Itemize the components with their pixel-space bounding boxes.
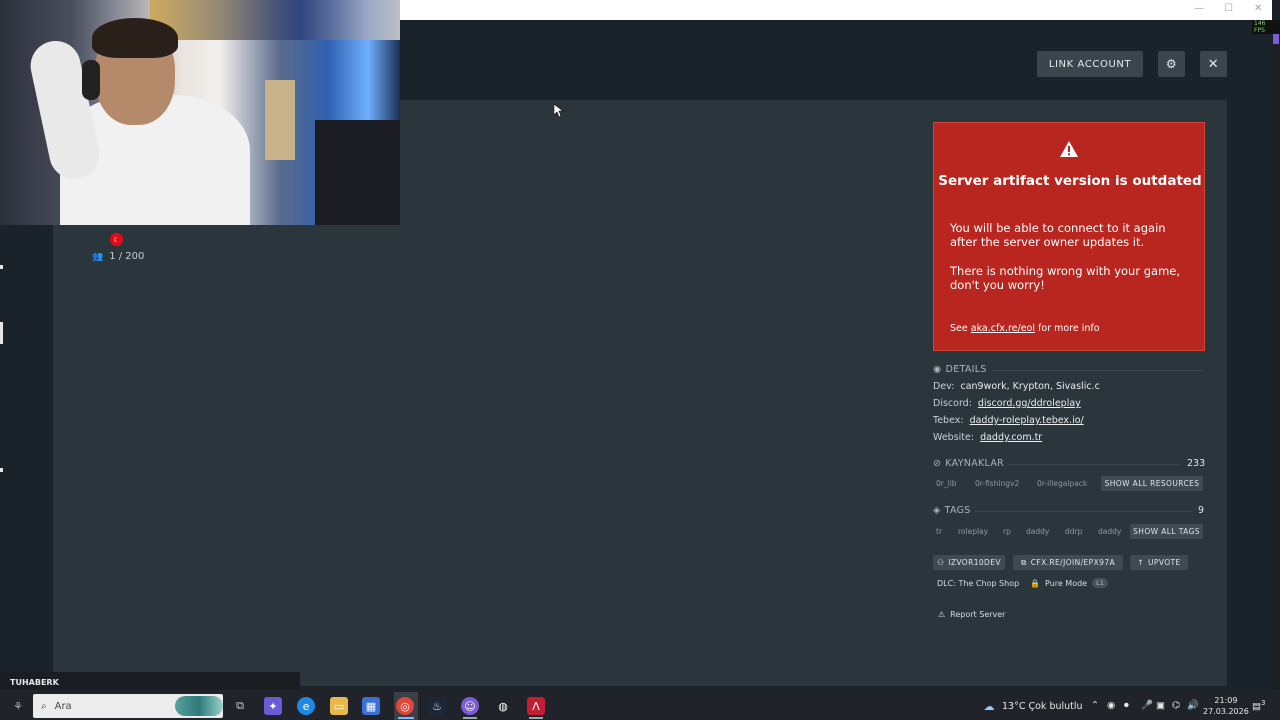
start-icon[interactable]: ⚘: [9, 697, 27, 715]
steam-icon[interactable]: ♨: [428, 697, 446, 715]
network-icon[interactable]: ⌬: [1172, 700, 1180, 711]
link-account-button[interactable]: LINK ACCOUNT: [1037, 51, 1143, 77]
maximize-icon[interactable]: ☐: [1224, 3, 1233, 14]
warning-more-info: See aka.cfx.re/eol for more info: [950, 323, 1100, 334]
tebex-link[interactable]: daddy-roleplay.tebex.io/: [970, 415, 1084, 426]
tray-app-icon[interactable]: ▣: [1156, 700, 1165, 711]
resource-chip[interactable]: 0r-fishingv2: [972, 476, 1022, 491]
minimize-icon[interactable]: —: [1194, 3, 1204, 14]
tag-chip[interactable]: daddy: [1095, 524, 1125, 539]
warning-message: You will be able to connect to it again …: [950, 221, 1166, 249]
website-link[interactable]: daddy.com.tr: [980, 432, 1042, 443]
detail-website: Website: daddy.com.tr: [933, 432, 1043, 443]
fps-counter: 146 FPS: [1252, 20, 1280, 34]
details-heading: ◉ DETAILS: [933, 364, 987, 375]
detail-dev: Dev: can9work, Krypton, Sivaslic.c: [933, 381, 1100, 392]
eye-icon: ◉: [933, 364, 942, 375]
tags-count: 9: [1198, 505, 1205, 516]
sidebar-marker-active[interactable]: [0, 322, 3, 344]
resource-chip[interactable]: 0r_lib: [933, 476, 960, 491]
taskbar-search[interactable]: ⌕ Ara: [33, 694, 223, 718]
pure-mode: 🔒 Pure Mode L1: [1030, 578, 1108, 588]
warning-reassurance: There is nothing wrong with your game, d…: [950, 264, 1181, 292]
tray-app-icon[interactable]: ◉: [1107, 700, 1115, 711]
detail-tebex: Tebex: daddy-roleplay.tebex.io/: [933, 415, 1084, 426]
divider: [1008, 464, 1180, 465]
lock-icon: 🔒: [1030, 578, 1040, 588]
player-count-value: 1 / 200: [109, 251, 145, 262]
weather-text[interactable]: 13°C Çok bulutlu: [1002, 701, 1083, 712]
copilot-icon[interactable]: ✦: [264, 697, 282, 715]
tray-expand-icon[interactable]: ⌃: [1091, 700, 1099, 711]
copy-icon: ⧉: [1020, 557, 1027, 567]
tag-chip[interactable]: roleplay: [955, 524, 991, 539]
chrome-icon[interactable]: ◎: [396, 697, 414, 715]
eol-link[interactable]: aka.cfx.re/eol: [971, 323, 1035, 334]
warning-title: Server artifact version is outdated: [938, 173, 1202, 189]
task-view-icon[interactable]: ⧉: [231, 697, 249, 715]
sidebar-marker: [0, 265, 3, 269]
resources-heading: ⊘ KAYNAKLAR: [933, 458, 1005, 469]
volume-icon[interactable]: 🔊: [1187, 700, 1199, 711]
player-count: 👥 1 / 200: [92, 251, 144, 262]
tag-chip[interactable]: daddy: [1023, 524, 1052, 539]
show-all-resources-button[interactable]: SHOW ALL RESOURCES: [1101, 476, 1203, 491]
divider: [992, 370, 1204, 371]
file-explorer-icon[interactable]: ▭: [330, 697, 348, 715]
close-window-icon[interactable]: ✕: [1254, 3, 1262, 14]
close-button[interactable]: ✕: [1200, 51, 1227, 77]
store-icon[interactable]: ▦: [362, 697, 380, 715]
players-icon: 👥: [92, 251, 104, 262]
resource-chip[interactable]: 0r-illegalpack: [1034, 476, 1090, 491]
outdated-warning-box: Server artifact version is outdated You …: [933, 122, 1205, 351]
gear-icon: ⚙: [1165, 57, 1178, 71]
rockstar-icon[interactable]: Λ: [527, 697, 545, 715]
upvote-button[interactable]: ↑ UPVOTE: [1130, 555, 1188, 570]
search-icon: ⌕: [41, 700, 47, 712]
tag-chip[interactable]: tr: [933, 524, 945, 539]
sidebar-marker: [0, 468, 3, 472]
user-icon: ⚇: [937, 558, 945, 567]
left-sidebar-strip: [0, 225, 53, 690]
warning-icon: [1060, 141, 1078, 157]
close-icon: ✕: [1207, 56, 1220, 72]
webcam-overlay: [0, 0, 400, 225]
tray-app-icon[interactable]: ⏺: [1124, 700, 1129, 711]
detail-discord: Discord: discord.gg/ddroleplay: [933, 398, 1081, 409]
resources-icon: ⊘: [933, 458, 942, 469]
fivem-icon[interactable]: ◍: [494, 697, 512, 715]
arrow-up-icon: ↑: [1137, 558, 1145, 567]
settings-button[interactable]: ⚙: [1158, 51, 1185, 77]
turkey-flag-icon: ☾: [110, 233, 123, 246]
mouse-cursor-icon: [554, 104, 564, 118]
tags-heading: ◈ TAGS: [933, 505, 971, 516]
streamer-name: TUHABERK: [0, 672, 300, 690]
taskbar-clock[interactable]: 21:09 27.03.2026: [1203, 695, 1249, 717]
tag-chip[interactable]: ddrp: [1062, 524, 1085, 539]
join-link-button[interactable]: ⧉ CFX.RE/JOIN/EPX97A: [1013, 555, 1123, 570]
owner-button[interactable]: ⚇ IZVOR10DEV: [933, 555, 1005, 570]
resources-count: 233: [1187, 458, 1206, 469]
warning-small-icon: ⚠: [938, 610, 946, 619]
discord-link[interactable]: discord.gg/ddroleplay: [978, 398, 1081, 409]
show-all-tags-button[interactable]: SHOW ALL TAGS: [1130, 524, 1203, 539]
notification-icon[interactable]: ▤3: [1252, 699, 1265, 712]
discord-icon[interactable]: ☺: [461, 697, 479, 715]
report-server-button[interactable]: ⚠ Report Server: [938, 610, 1005, 619]
right-edge-strip: [1272, 0, 1280, 690]
weather-icon[interactable]: ☁: [980, 697, 998, 715]
microphone-icon[interactable]: 🎤: [1141, 700, 1153, 711]
tag-icon: ◈: [933, 505, 941, 516]
dlc-label: DLC: The Chop Shop: [937, 579, 1020, 588]
tag-chip[interactable]: rp: [1000, 524, 1014, 539]
edge-icon[interactable]: e: [297, 697, 315, 715]
pure-mode-level-badge: L1: [1092, 578, 1108, 588]
divider: [975, 511, 1193, 512]
